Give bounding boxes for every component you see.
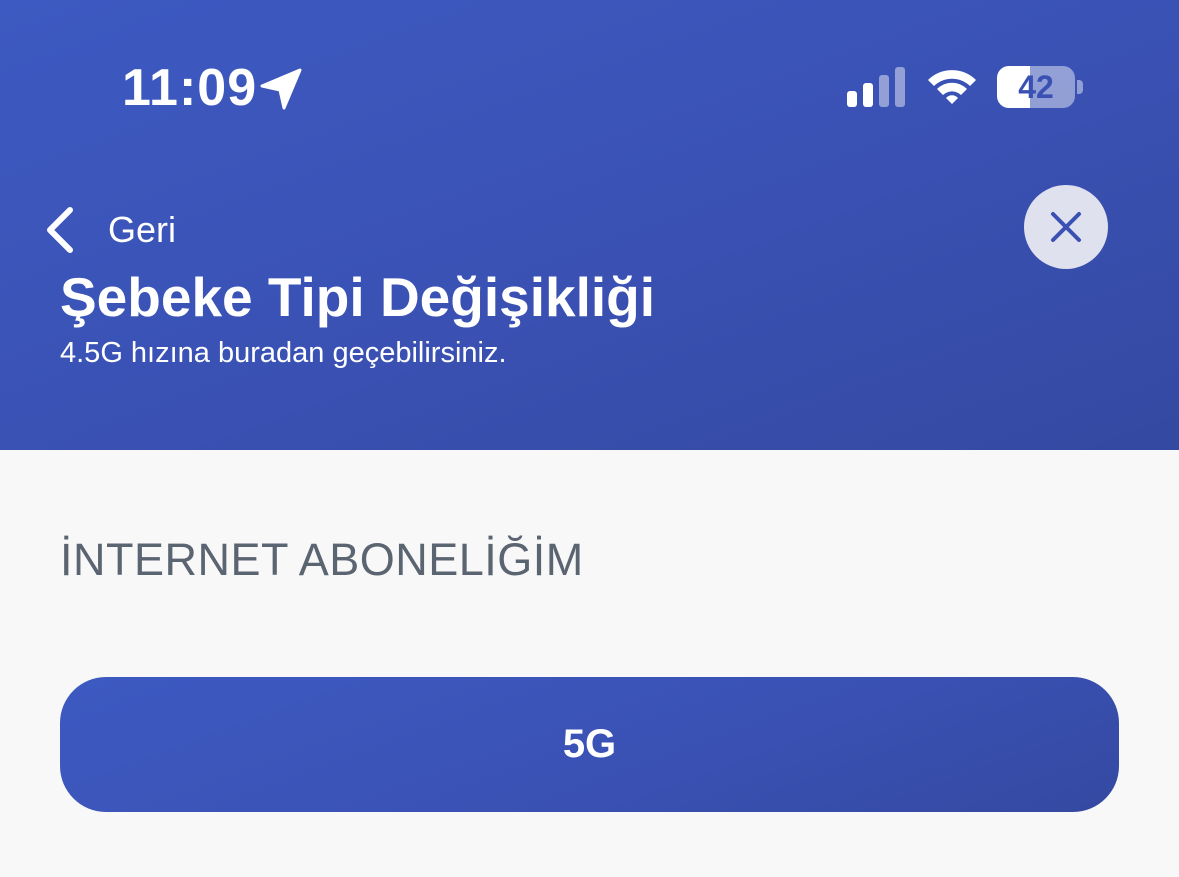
page-subtitle: 4.5G hızına buradan geçebilirsiniz. [60, 337, 507, 369]
back-label: Geri [108, 209, 177, 250]
battery-icon: 42 [997, 66, 1087, 110]
back-button[interactable]: Geri [40, 200, 176, 260]
section-label: İNTERNET ABONELİĞİM [60, 534, 584, 585]
status-time: 11:09 [122, 59, 258, 117]
battery-level: 42 [1018, 69, 1054, 105]
cellular-signal-icon [847, 67, 905, 107]
close-icon [1051, 212, 1081, 242]
battery-cap [1077, 80, 1083, 94]
close-button[interactable] [1024, 185, 1108, 269]
network-option-5g-button[interactable]: 5G [60, 677, 1119, 812]
header: 11:09 42 Geri Şebeke Tipi Değişikliği 4.… [0, 0, 1179, 450]
page-title: Şebeke Tipi Değişikliği [60, 266, 656, 328]
battery-body: 42 [997, 66, 1075, 108]
wifi-icon [928, 70, 976, 104]
chevron-left-icon [47, 207, 73, 253]
location-arrow-icon [260, 68, 302, 110]
option-label: 5G [562, 722, 617, 766]
